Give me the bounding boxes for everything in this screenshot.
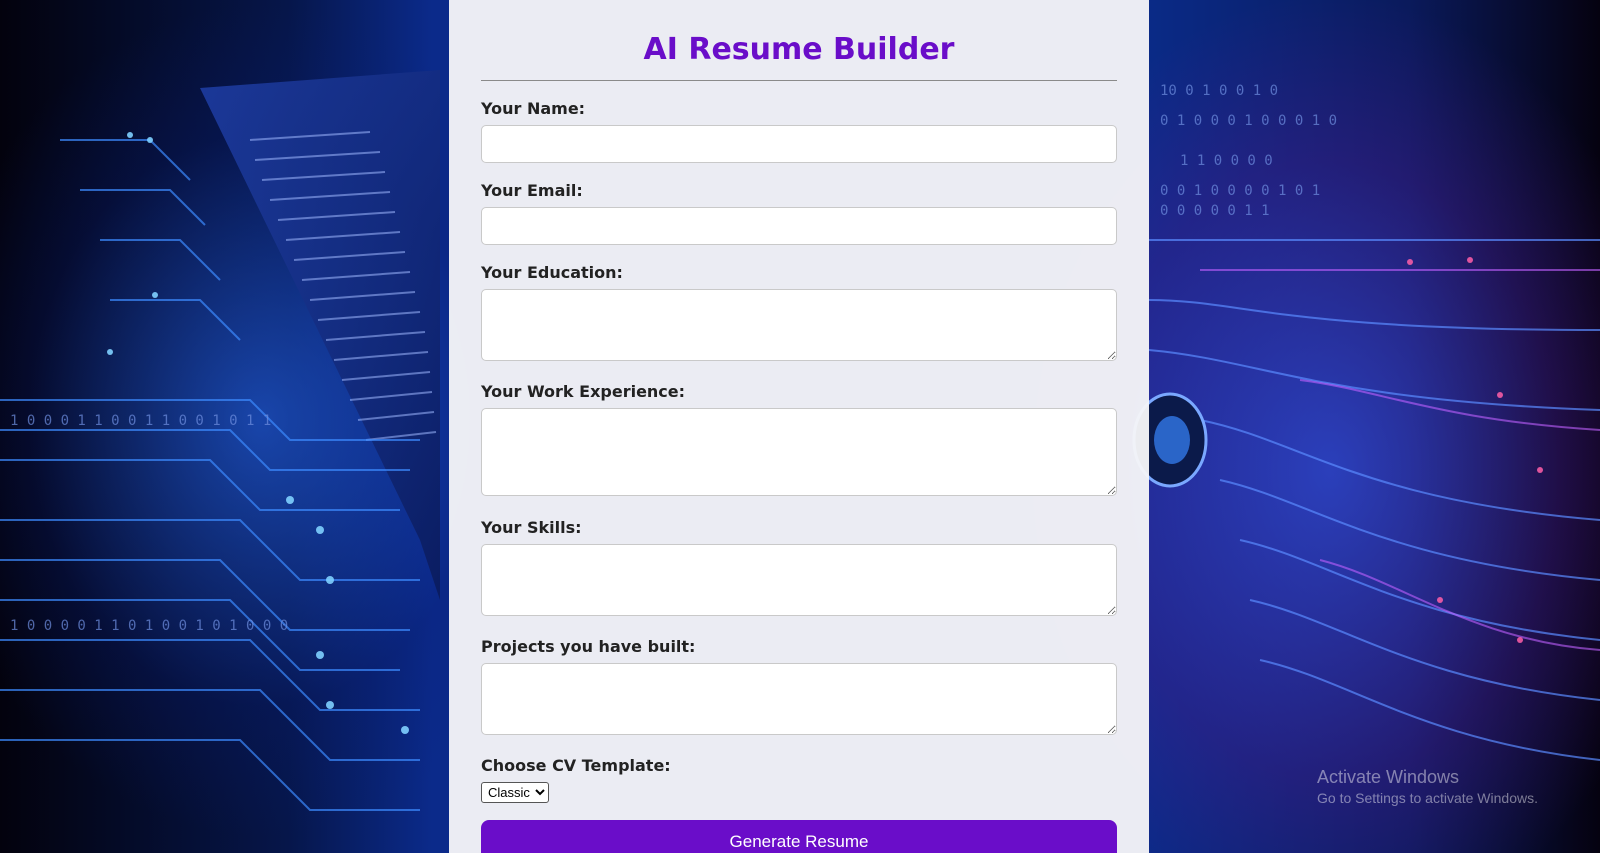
svg-text:1 1 0 0 0 0: 1 1 0 0 0 0	[1180, 153, 1273, 169]
cv-template-select[interactable]: Classic	[481, 782, 549, 803]
resume-form-panel: AI Resume Builder Your Name: Your Email:…	[449, 0, 1149, 853]
skills-label: Your Skills:	[481, 518, 582, 537]
education-textarea[interactable]	[481, 289, 1117, 361]
name-label: Your Name:	[481, 99, 586, 118]
projects-field: Projects you have built:	[481, 637, 1117, 735]
work-experience-textarea[interactable]	[481, 408, 1117, 496]
projects-label: Projects you have built:	[481, 637, 696, 656]
svg-text:0 0 0 0 0 1 1: 0 0 0 0 0 1 1	[1160, 203, 1270, 219]
svg-text:0 1 0 0 0 1 0 0 0 1 0: 0 1 0 0 0 1 0 0 0 1 0	[1160, 113, 1337, 129]
education-field: Your Education:	[481, 263, 1117, 361]
page-title: AI Resume Builder	[643, 32, 955, 67]
email-label: Your Email:	[481, 181, 583, 200]
skills-field: Your Skills:	[481, 518, 1117, 616]
activate-windows-watermark: Activate Windows Go to Settings to activ…	[1317, 766, 1538, 808]
education-label: Your Education:	[481, 263, 623, 282]
work-experience-field: Your Work Experience:	[481, 382, 1117, 496]
watermark-subtitle: Go to Settings to activate Windows.	[1317, 790, 1538, 806]
svg-text:0 0 1 0 0 0 0 1 0 1: 0 0 1 0 0 0 0 1 0 1	[1160, 183, 1320, 199]
email-field: Your Email:	[481, 181, 1117, 245]
name-field: Your Name:	[481, 99, 1117, 163]
work-experience-label: Your Work Experience:	[481, 382, 686, 401]
name-input[interactable]	[481, 125, 1117, 163]
svg-text:1 0 0 0 0 1 1 0 1 0 0 1 0 1 0: 1 0 0 0 0 1 1 0 1 0 0 1 0 1 0 0 0	[10, 618, 288, 634]
cv-template-label: Choose CV Template:	[481, 756, 671, 775]
projects-textarea[interactable]	[481, 663, 1117, 735]
skills-textarea[interactable]	[481, 544, 1117, 616]
title-divider	[481, 80, 1117, 81]
generate-resume-button[interactable]: Generate Resume	[481, 820, 1117, 853]
email-input[interactable]	[481, 207, 1117, 245]
cv-template-field: Choose CV Template: Classic	[481, 756, 671, 803]
watermark-title: Activate Windows	[1317, 767, 1460, 787]
svg-text:10 0 1 0 0 1 0: 10 0 1 0 0 1 0	[1160, 83, 1278, 99]
svg-text:1 0 0 0 1 1 0 0 1 1 0 0 1 0 1: 1 0 0 0 1 1 0 0 1 1 0 0 1 0 1 1	[10, 413, 271, 429]
